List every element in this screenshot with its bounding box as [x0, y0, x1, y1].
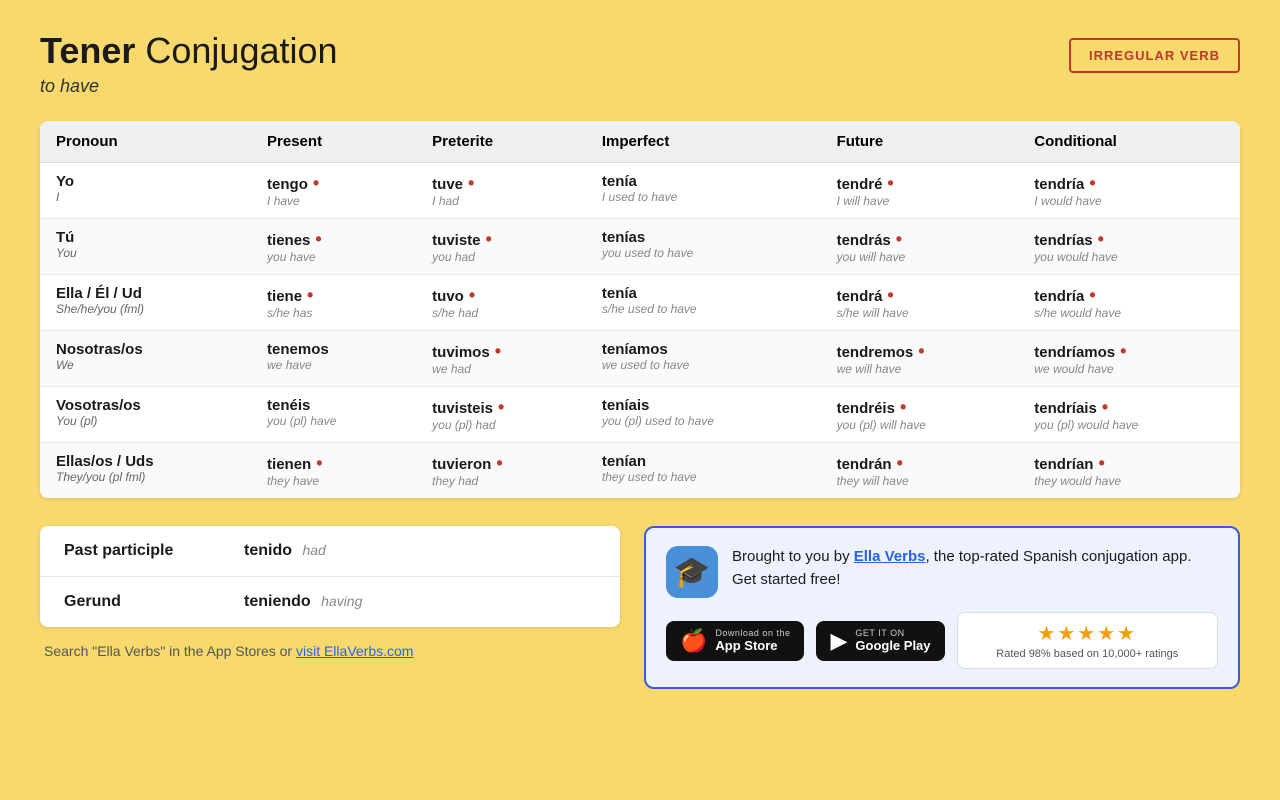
irregular-dot: • — [1084, 285, 1095, 305]
table-row: Ellas/os / UdsThey/you (pl fml)tienen •t… — [40, 443, 1240, 499]
ella-verbs-link[interactable]: visit EllaVerbs.com — [296, 643, 413, 659]
search-text: Search "Ella Verbs" in the App Stores or… — [40, 643, 620, 659]
google-play-button[interactable]: ▶ GET IT ON Google Play — [816, 621, 944, 661]
irregular-verb-badge: IRREGULAR VERB — [1069, 38, 1240, 73]
irregular-dot: • — [882, 285, 893, 305]
irregular-dot: • — [308, 173, 319, 193]
table-row: YoItengo •I havetuve •I hadteníaI used t… — [40, 163, 1240, 219]
conjugation-table: Pronoun Present Preterite Imperfect Futu… — [40, 121, 1240, 498]
promo-box: 🎓 Brought to you by Ella Verbs, the top-… — [644, 526, 1240, 689]
past-participle-value: tenido had — [244, 542, 326, 560]
ella-verbs-promo-link[interactable]: Ella Verbs — [854, 548, 926, 565]
irregular-dot: • — [463, 173, 474, 193]
googleplay-big-text: Google Play — [855, 638, 930, 653]
irregular-dot: • — [491, 453, 502, 473]
col-header-pronoun: Pronoun — [40, 121, 251, 163]
rating-box: ★★★★★ Rated 98% based on 10,000+ ratings — [957, 612, 1218, 669]
apple-icon: 🍎 — [680, 628, 707, 654]
title-block: Tener Conjugation to have — [40, 30, 338, 97]
page-subtitle: to have — [40, 76, 338, 97]
participle-section: Past participle tenido had Gerund tenien… — [40, 526, 620, 659]
col-header-future: Future — [821, 121, 1019, 163]
irregular-dot: • — [464, 285, 475, 305]
irregular-dot: • — [490, 341, 501, 361]
irregular-dot: • — [493, 397, 504, 417]
irregular-dot: • — [481, 229, 492, 249]
table-row: Nosotras/osWetenemoswe havetuvimos •we h… — [40, 331, 1240, 387]
irregular-dot: • — [913, 341, 924, 361]
table-row: Ella / Él / UdShe/he/you (fml)tiene •s/h… — [40, 275, 1240, 331]
table-row: Vosotras/osYou (pl)tenéisyou (pl) havetu… — [40, 387, 1240, 443]
participle-table: Past participle tenido had Gerund tenien… — [40, 526, 620, 627]
irregular-dot: • — [895, 397, 906, 417]
promo-text: Brought to you by Ella Verbs, the top-ra… — [732, 546, 1218, 591]
irregular-dot: • — [1097, 397, 1108, 417]
col-header-imperfect: Imperfect — [586, 121, 821, 163]
irregular-dot: • — [1084, 173, 1095, 193]
irregular-dot: • — [1093, 453, 1104, 473]
col-header-present: Present — [251, 121, 416, 163]
googleplay-small-text: GET IT ON — [855, 628, 930, 638]
col-header-preterite: Preterite — [416, 121, 586, 163]
past-participle-label: Past participle — [64, 542, 244, 560]
col-header-conditional: Conditional — [1018, 121, 1240, 163]
table-row: TúYoutienes •you havetuviste •you hadten… — [40, 219, 1240, 275]
ella-verbs-logo: 🎓 — [666, 546, 718, 598]
gerund-row: Gerund teniendo having — [40, 577, 620, 627]
past-participle-row: Past participle tenido had — [40, 526, 620, 577]
irregular-dot: • — [311, 453, 322, 473]
irregular-dot: • — [892, 453, 903, 473]
app-store-button[interactable]: 🍎 Download on the App Store — [666, 621, 804, 661]
appstore-big-text: App Store — [715, 638, 790, 653]
google-play-icon: ▶ — [830, 628, 847, 654]
gerund-value: teniendo having — [244, 593, 362, 611]
star-rating: ★★★★★ — [972, 621, 1203, 646]
bottom-section: Past participle tenido had Gerund tenien… — [40, 526, 1240, 689]
irregular-dot: • — [882, 173, 893, 193]
promo-top: 🎓 Brought to you by Ella Verbs, the top-… — [666, 546, 1218, 598]
irregular-dot: • — [310, 229, 321, 249]
promo-bottom: 🍎 Download on the App Store ▶ GET IT ON … — [666, 612, 1218, 669]
appstore-small-text: Download on the — [715, 628, 790, 638]
page-title: Tener Conjugation — [40, 30, 338, 72]
irregular-dot: • — [1093, 229, 1104, 249]
irregular-dot: • — [1115, 341, 1126, 361]
irregular-dot: • — [302, 285, 313, 305]
gerund-label: Gerund — [64, 593, 244, 611]
irregular-dot: • — [891, 229, 902, 249]
page-header: Tener Conjugation to have IRREGULAR VERB — [40, 30, 1240, 97]
rating-text: Rated 98% based on 10,000+ ratings — [972, 648, 1203, 660]
